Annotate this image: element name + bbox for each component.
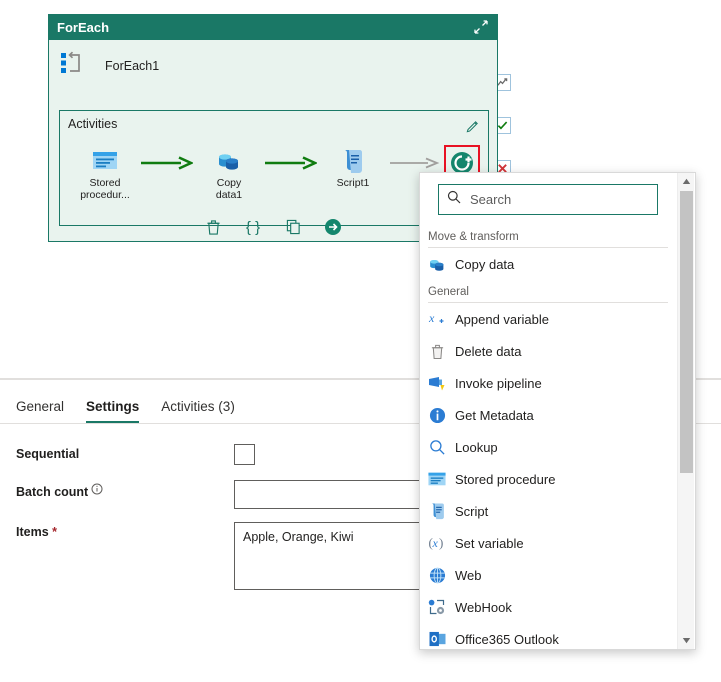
menu-item-set-variable[interactable]: (x) Set variable — [420, 527, 678, 559]
activities-label: Activities — [68, 117, 118, 131]
lookup-magnifier-icon — [428, 438, 446, 456]
scrollbar-thumb[interactable] — [680, 191, 693, 473]
scroll-up-arrow-icon[interactable] — [678, 173, 695, 190]
menu-item-copy-data[interactable]: Copy data — [420, 248, 678, 280]
items-label: Items * — [16, 522, 234, 539]
copy-data-icon — [215, 147, 243, 175]
menu-item-invoke-pipeline[interactable]: Invoke pipeline — [420, 367, 678, 399]
activity-node-script[interactable]: Script1 — [320, 147, 386, 189]
items-required-marker: * — [52, 525, 58, 539]
set-variable-icon: (x) — [428, 534, 446, 552]
menu-item-label: Lookup — [455, 439, 498, 455]
batch-count-label: Batch count — [16, 480, 234, 499]
get-metadata-icon — [428, 406, 446, 424]
office365-outlook-icon — [428, 630, 446, 648]
webhook-icon — [428, 598, 446, 616]
activity-node-copy-data[interactable]: Copy data1 — [196, 147, 262, 201]
tab-activities[interactable]: Activities (3) — [161, 399, 235, 423]
menu-item-label: Get Metadata — [455, 407, 534, 423]
menu-item-label: Web — [455, 567, 482, 583]
menu-item-label: WebHook — [455, 599, 512, 615]
menu-item-label: Office365 Outlook — [455, 631, 559, 647]
svg-text:): ) — [439, 535, 443, 550]
foreach-node-name: ForEach1 — [105, 58, 160, 73]
tab-settings[interactable]: Settings — [86, 399, 140, 423]
copy-duplicate-icon[interactable] — [282, 216, 304, 238]
svg-text:x: x — [428, 311, 435, 325]
search-magnifier-icon — [447, 190, 461, 209]
sequential-label: Sequential — [16, 447, 80, 461]
menu-item-web[interactable]: Web — [420, 559, 678, 591]
menu-item-label: Append variable — [455, 311, 549, 327]
menu-item-label: Stored procedure — [455, 471, 556, 487]
script-icon — [339, 147, 367, 175]
foreach-loop-icon — [59, 50, 85, 81]
foreach-node-row: ForEach1 — [49, 40, 497, 87]
menu-item-label: Copy data — [455, 256, 515, 272]
items-label-text: Items — [16, 525, 49, 539]
field-sequential: Sequential — [16, 444, 255, 465]
menu-item-label: Delete data — [455, 343, 522, 359]
search-box[interactable] — [438, 184, 658, 215]
pencil-edit-icon[interactable] — [461, 115, 483, 137]
menu-item-office365-outlook[interactable]: Office365 Outlook — [420, 623, 678, 649]
menu-item-stored-procedure[interactable]: Stored procedure — [420, 463, 678, 495]
menu-item-get-metadata[interactable]: Get Metadata — [420, 399, 678, 431]
code-braces-icon[interactable]: { } — [242, 216, 264, 238]
menu-group-title-general: General — [428, 286, 469, 298]
flyout-search-wrapper — [438, 184, 658, 215]
copy-data-icon — [428, 255, 446, 273]
flyout-menu-list: Move & transform Copy data General x App… — [420, 225, 678, 649]
app-root: ForEach ForEach1 Activities Stored proce… — [0, 0, 721, 682]
collapse-diagonal-icon[interactable] — [473, 19, 489, 35]
stored-procedure-icon — [91, 147, 119, 175]
menu-group-title-move-transform: Move & transform — [428, 231, 519, 243]
menu-item-label: Script — [455, 503, 489, 519]
run-arrow-icon[interactable] — [322, 216, 344, 238]
append-variable-icon: x — [428, 310, 446, 328]
activity-node-label: Copy data1 — [215, 177, 243, 201]
menu-item-label: Invoke pipeline — [455, 375, 542, 391]
connector-arrow-2 — [262, 149, 320, 177]
delete-trash-icon[interactable] — [202, 216, 224, 238]
activity-node-label: Script1 — [336, 177, 370, 189]
activity-node-label: Stored procedur... — [80, 177, 130, 201]
script-icon — [428, 502, 446, 520]
menu-item-append-variable[interactable]: x Append variable — [420, 303, 678, 335]
stored-procedure-icon — [428, 470, 446, 488]
add-activity-flyout: Move & transform Copy data General — [419, 172, 696, 650]
info-circle-icon[interactable] — [91, 483, 103, 495]
connector-arrow-1 — [138, 149, 196, 177]
invoke-pipeline-icon — [428, 374, 446, 392]
menu-item-lookup[interactable]: Lookup — [420, 431, 678, 463]
sequential-checkbox[interactable] — [234, 444, 255, 465]
panel-title: ForEach — [57, 19, 110, 35]
delete-trash-icon — [428, 342, 446, 360]
tab-general[interactable]: General — [16, 399, 64, 423]
menu-item-label: Set variable — [455, 535, 524, 551]
activity-node-stored-procedure[interactable]: Stored procedur... — [72, 147, 138, 201]
menu-item-script[interactable]: Script — [420, 495, 678, 527]
batch-count-label-text: Batch count — [16, 485, 89, 499]
menu-item-webhook[interactable]: WebHook — [420, 591, 678, 623]
foreach-panel-header: ForEach — [49, 14, 497, 40]
scroll-down-arrow-icon[interactable] — [678, 632, 695, 649]
flyout-scrollbar[interactable] — [677, 173, 694, 649]
search-input[interactable] — [468, 191, 649, 208]
svg-text:x: x — [432, 536, 439, 550]
web-globe-icon — [428, 566, 446, 584]
menu-item-delete-data[interactable]: Delete data — [420, 335, 678, 367]
